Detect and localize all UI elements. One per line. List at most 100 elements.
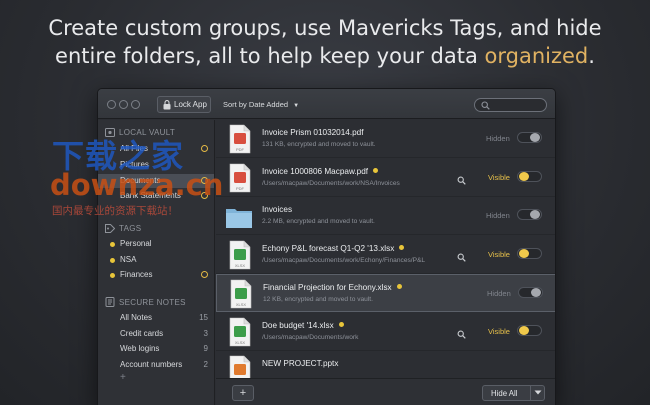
sort-dropdown[interactable]: Sort by Date Added ▼ xyxy=(223,100,299,109)
xlsx-file-icon: XLSX xyxy=(225,317,253,347)
title-bar: Lock App Sort by Date Added ▼ xyxy=(98,89,555,119)
file-row[interactable]: XLSX Doe budget '14.xlsx/Users/macpaw/Doc… xyxy=(216,313,555,351)
svg-text:PDF: PDF xyxy=(236,147,245,152)
file-name-text: Invoice Prism 01032014.pdf xyxy=(262,128,364,137)
search-icon xyxy=(481,101,490,110)
visibility-toggle[interactable] xyxy=(517,247,542,259)
headline-period: . xyxy=(588,44,595,68)
visibility-toggle[interactable] xyxy=(517,132,542,143)
headline-line-2-text: entire folders, all to help keep your da… xyxy=(55,44,485,68)
toggle-knob xyxy=(531,288,541,297)
file-row[interactable]: PDF Invoice Prism 01032014.pdf 131 KB, enc… xyxy=(216,120,555,158)
visibility-toggle[interactable] xyxy=(518,287,543,298)
sidebar-item-nsa[interactable]: NSA xyxy=(98,253,214,267)
hide-all-label: Hide All xyxy=(491,389,518,398)
pdf-file-icon: PDF xyxy=(225,124,253,154)
chevron-down-icon: ▼ xyxy=(293,103,300,109)
file-name: Echony P&L forecast Q1-Q2 '13.xlsx xyxy=(262,243,405,253)
toggle-knob xyxy=(519,171,529,181)
notes-icon xyxy=(105,297,115,307)
sidebar-item-web-logins[interactable]: Web logins 9 xyxy=(98,342,214,356)
file-meta: /Users/macpaw/Documents/work xyxy=(262,333,359,341)
sidebar-item-label: Personal xyxy=(120,239,152,248)
file-row[interactable]: XLSX Echony P&L forecast Q1-Q2 '13.xlsx/U… xyxy=(216,236,555,274)
folder-icon xyxy=(225,201,253,231)
chevron-down-icon[interactable] xyxy=(534,390,542,396)
visibility-status: Visible xyxy=(488,326,510,336)
sidebar-item-label: All Notes xyxy=(120,313,153,322)
xlsx-file-icon: XLSX xyxy=(226,279,254,309)
visibility-status: Visible xyxy=(488,172,510,182)
visibility-status: Hidden xyxy=(486,134,510,143)
file-name-text: Financial Projection for Echony.xlsx xyxy=(263,283,392,292)
bottom-toolbar: + Hide All xyxy=(216,378,555,405)
sidebar-item-label: Credit cards xyxy=(120,329,164,338)
quick-look-icon[interactable] xyxy=(457,172,466,190)
lock-app-button[interactable]: Lock App xyxy=(157,96,211,113)
add-file-button[interactable]: + xyxy=(232,385,254,401)
file-name-text: Echony P&L forecast Q1-Q2 '13.xlsx xyxy=(262,243,395,253)
file-meta: /Users/macpaw/Documents/work/NSA/Invoice… xyxy=(262,179,400,187)
toggle-knob xyxy=(530,210,540,219)
minimize-window-button[interactable] xyxy=(119,100,128,109)
file-name: Financial Projection for Echony.xlsx xyxy=(263,283,402,292)
yellow-tag-dot xyxy=(373,167,379,173)
tags-heading: TAGS xyxy=(119,224,142,233)
visibility-status: Visible xyxy=(488,249,510,259)
sort-label: Sort by Date Added xyxy=(223,100,289,109)
file-meta: 12 KB, encrypted and moved to vault. xyxy=(263,296,373,303)
lock-icon xyxy=(163,100,171,110)
file-meta: /Users/macpaw/Documents/work/Echony/Fina… xyxy=(262,256,426,264)
file-name-text: Doe budget '14.xlsx xyxy=(262,320,334,330)
file-list: PDF Invoice Prism 01032014.pdf 131 KB, enc… xyxy=(216,120,555,389)
sidebar-item-label: Account numbers xyxy=(120,360,183,369)
sidebar-item-all-notes[interactable]: All Notes 15 xyxy=(98,311,214,325)
yellow-tag-dot xyxy=(338,321,344,327)
headline-line-2: entire folders, all to help keep your da… xyxy=(0,42,650,70)
visibility-toggle[interactable] xyxy=(517,170,542,182)
tag-icon xyxy=(105,224,115,233)
file-row[interactable]: Invoices 2.2 MB, encrypted and moved to v… xyxy=(216,197,555,235)
file-row[interactable]: PDF Invoice 1000806 Macpaw.pdf/Users/macp… xyxy=(216,159,555,197)
quick-look-icon[interactable] xyxy=(457,249,466,267)
sidebar-item-finances[interactable]: Finances xyxy=(98,268,214,282)
sidebar-item-label: NSA xyxy=(120,255,137,264)
file-row[interactable]: XLSX Financial Projection for Echony.xlsx… xyxy=(216,274,555,312)
visibility-status: Hidden xyxy=(486,211,510,220)
visibility-toggle[interactable] xyxy=(517,324,542,336)
file-meta: 2.2 MB, encrypted and moved to vault. xyxy=(262,218,375,225)
file-name: Invoice 1000806 Macpaw.pdf xyxy=(262,166,379,176)
item-count: 9 xyxy=(203,344,208,353)
watermark-domain: downza.cn xyxy=(50,168,224,202)
item-count: 3 xyxy=(203,329,208,338)
yellow-tag-dot xyxy=(110,258,115,263)
zoom-window-button[interactable] xyxy=(131,100,140,109)
pdf-file-icon: PDF xyxy=(225,163,253,193)
headline-accent-word: organized xyxy=(484,44,589,68)
visibility-toggle[interactable] xyxy=(517,209,542,220)
file-name: NEW PROJECT.pptx xyxy=(262,359,338,368)
file-name-text: Invoices xyxy=(262,205,293,214)
file-name: Invoices xyxy=(262,205,292,214)
xlsx-file-icon: XLSX xyxy=(225,240,253,270)
sidebar-item-label: Web logins xyxy=(120,344,160,353)
toggle-knob xyxy=(530,133,540,142)
status-ring-icon xyxy=(201,271,208,278)
svg-text:PDF: PDF xyxy=(236,186,245,191)
svg-text:XLSX: XLSX xyxy=(235,340,246,345)
sidebar-item-personal[interactable]: Personal xyxy=(98,237,214,251)
file-name-text: NEW PROJECT.pptx xyxy=(262,359,339,368)
sidebar-item-account-numbers[interactable]: Account numbers 2 xyxy=(98,358,214,372)
quick-look-icon[interactable] xyxy=(457,326,466,344)
file-name-text: Invoice 1000806 Macpaw.pdf xyxy=(262,166,369,176)
item-count: 15 xyxy=(199,313,208,322)
file-name: Invoice Prism 01032014.pdf xyxy=(262,128,364,137)
svg-text:XLSX: XLSX xyxy=(235,263,246,268)
hide-all-button[interactable]: Hide All xyxy=(482,385,545,401)
yellow-tag-dot xyxy=(110,242,115,247)
close-window-button[interactable] xyxy=(107,100,116,109)
add-note-button[interactable]: + xyxy=(120,372,126,383)
svg-text:XLSX: XLSX xyxy=(236,302,247,307)
search-field[interactable] xyxy=(474,98,547,112)
sidebar-item-credit-cards[interactable]: Credit cards 3 xyxy=(98,327,214,341)
